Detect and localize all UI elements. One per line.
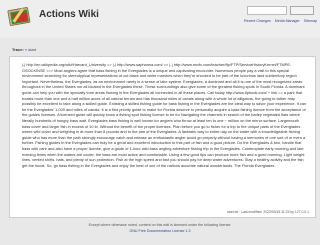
recent-changes-link[interactable]: Recent Changes — [244, 19, 271, 23]
site-title[interactable]: Actions Wiki — [39, 9, 99, 20]
article-text: |-| http://en.wikipedia.org/wiki/Harvard… — [22, 62, 307, 168]
content-panel: |-| http://en.wikipedia.org/wiki/Harvard… — [9, 56, 316, 218]
wiki-logo-icon[interactable] — [7, 5, 33, 27]
header: Actions Wiki Recent Changes Media Manage… — [0, 0, 320, 38]
last-modified: start.txt · Last modified: 2023/03/15 11… — [227, 210, 309, 214]
article-body: |-| http://en.wikipedia.org/wiki/Harvard… — [22, 62, 307, 168]
trace-label: Trace: — [12, 47, 24, 52]
media-manager-link[interactable]: Media Manager — [275, 19, 300, 23]
sitemap-link[interactable]: Sitemap — [304, 19, 317, 23]
breadcrumb: Trace: » start — [9, 46, 316, 55]
search-input[interactable] — [247, 6, 287, 15]
trace-start-link[interactable]: » start — [25, 47, 36, 52]
license-link[interactable]: GNU Free Documentation License 1.3 — [0, 228, 320, 234]
search-button[interactable] — [290, 6, 314, 15]
page-footer: Except where otherwise noted, content on… — [0, 222, 320, 234]
top-links: Recent Changes Media Manager Sitemap — [244, 19, 320, 23]
trace: Trace: » start — [12, 47, 36, 52]
